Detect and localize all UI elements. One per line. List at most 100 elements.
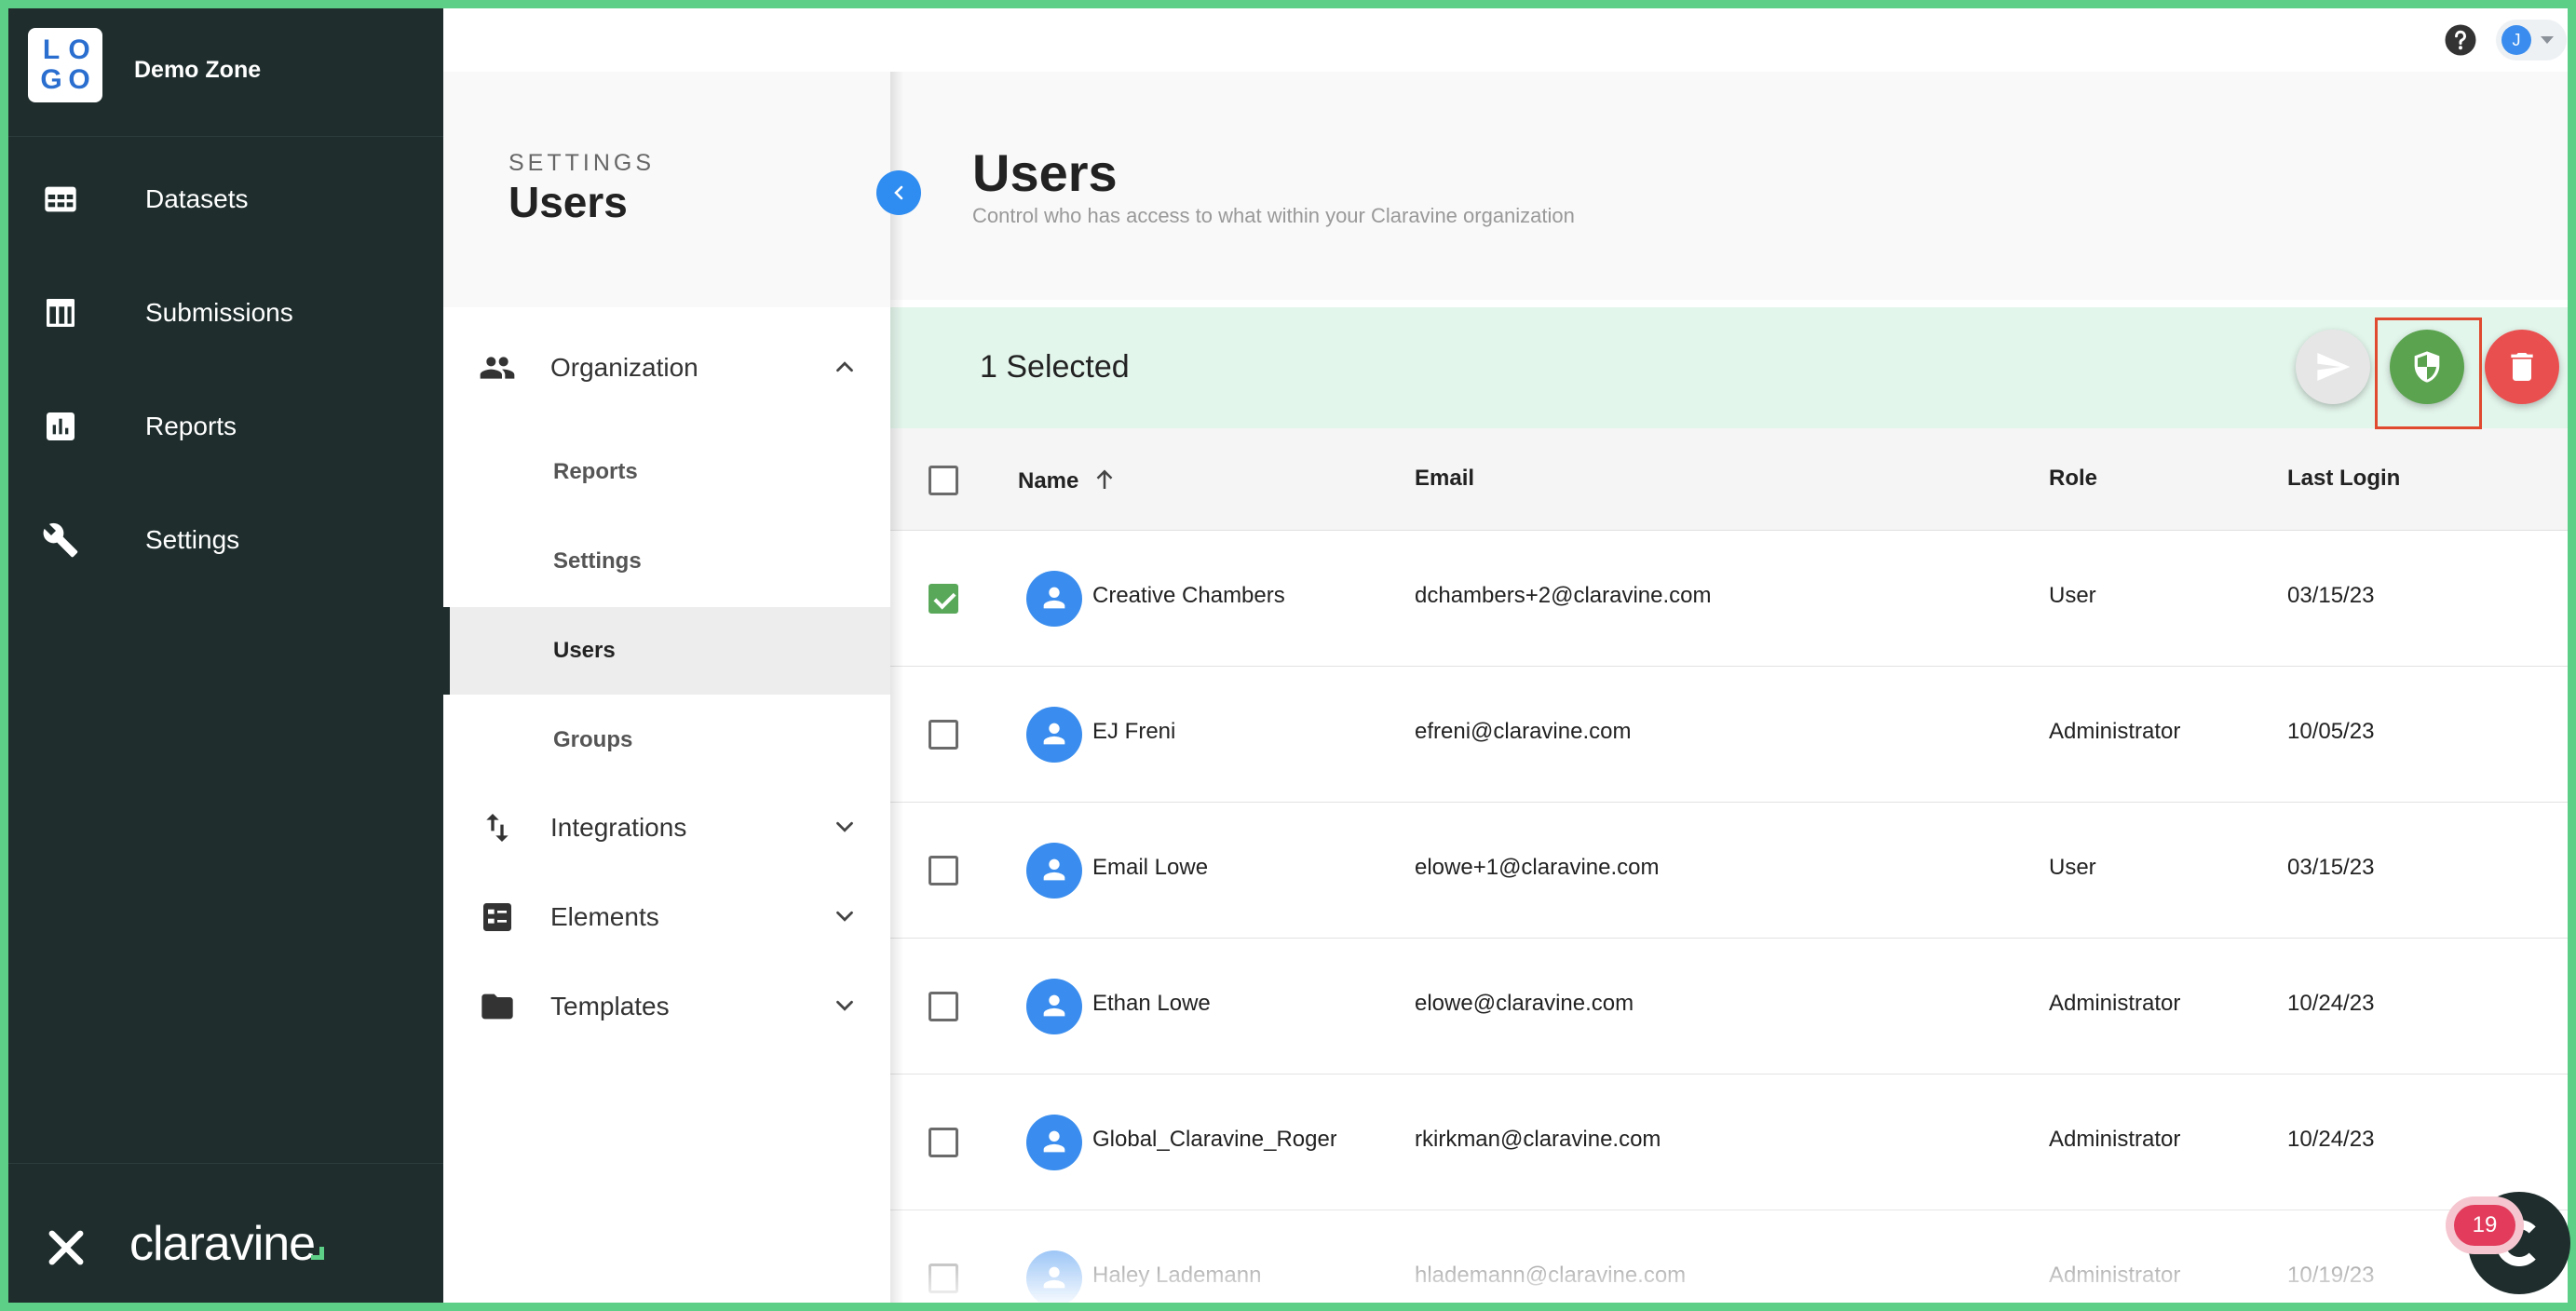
- page-header: Users Control who has access to what wit…: [890, 72, 2568, 300]
- row-checkbox[interactable]: [929, 856, 958, 885]
- nav-group-elements[interactable]: Elements: [443, 874, 890, 958]
- cell-last-login: 03/15/23: [2287, 855, 2375, 880]
- swap-vertical-icon: [486, 814, 508, 842]
- row-checkbox[interactable]: [929, 1128, 958, 1157]
- wordmark-accent: [311, 1247, 325, 1260]
- chevron-down-icon: [836, 911, 853, 922]
- chevron-down-icon: [836, 821, 853, 832]
- person-icon: [1043, 858, 1065, 881]
- workspace-name: Demo Zone: [134, 57, 262, 83]
- settings-subitem-users[interactable]: Users: [443, 607, 890, 695]
- users-table: Name Email Role Last Login Creative Cham…: [890, 428, 2568, 1303]
- settings-kicker: SETTINGS: [508, 150, 656, 176]
- column-header-email[interactable]: Email: [1415, 466, 1474, 492]
- person-icon: [1043, 587, 1065, 609]
- row-checkbox[interactable]: [929, 584, 958, 614]
- cell-last-login: 03/15/23: [2287, 583, 2375, 608]
- delete-users-button[interactable]: [2485, 330, 2559, 404]
- cell-email: efreni@claravine.com: [1415, 719, 1632, 744]
- settings-subitem-settings[interactable]: Settings: [443, 518, 890, 605]
- wordmark-text: claravine: [129, 1217, 316, 1271]
- selected-count: 1 Selected: [980, 349, 1130, 385]
- nav-group-organization[interactable]: Organization: [443, 325, 890, 409]
- scroll-fade: [890, 1192, 2568, 1303]
- row-checkbox[interactable]: [929, 992, 958, 1021]
- help-icon[interactable]: [2444, 23, 2477, 57]
- table-header: Name Email Role Last Login: [890, 428, 2568, 531]
- sidebar-item-label: Submissions: [145, 298, 293, 327]
- send-invite-button[interactable]: [2296, 330, 2370, 404]
- column-header-last-login[interactable]: Last Login: [2287, 466, 2400, 492]
- cell-email: dchambers+2@claravine.com: [1415, 583, 1712, 608]
- cell-last-login: 10/24/23: [2287, 991, 2375, 1016]
- chevron-down-icon: [2541, 36, 2554, 44]
- page-title: Users: [972, 143, 1118, 202]
- chevron-up-icon: [836, 361, 853, 372]
- logo-letter: G: [40, 64, 62, 95]
- user-avatar: [1026, 979, 1082, 1034]
- cell-name: Creative Chambers: [1092, 583, 1285, 608]
- person-icon: [1043, 994, 1065, 1017]
- column-header-role[interactable]: Role: [2049, 466, 2097, 492]
- table-row[interactable]: Global_Claravine_Roger Kirkman rkirkman@c…: [890, 1074, 2568, 1210]
- subitem-label: Groups: [553, 727, 633, 752]
- sidebar-item-reports[interactable]: Reports: [8, 380, 443, 473]
- sidebar-item-settings[interactable]: Settings: [8, 493, 443, 587]
- row-checkbox[interactable]: [929, 720, 958, 750]
- settings-subitem-groups[interactable]: Groups: [443, 696, 890, 784]
- main-content: Users Control who has access to what wit…: [890, 72, 2568, 1303]
- nav-group-label: Templates: [550, 992, 670, 1020]
- avatar: J: [2501, 25, 2531, 55]
- people-icon: [480, 357, 515, 379]
- cell-email: elowe@claravine.com: [1415, 991, 1634, 1016]
- person-icon: [1043, 1130, 1065, 1153]
- user-menu-button[interactable]: J: [2496, 20, 2567, 61]
- highlight-annotation: [2375, 318, 2482, 429]
- cell-name: Email Lowe: [1092, 855, 1209, 880]
- settings-header: SETTINGS Users: [443, 72, 890, 307]
- send-icon: [2317, 353, 2351, 381]
- person-icon: [1043, 723, 1065, 745]
- column-header-label: Name: [1018, 468, 1079, 493]
- close-icon[interactable]: [42, 1223, 90, 1272]
- sidebar-item-datasets[interactable]: Datasets: [8, 153, 443, 246]
- notification-badge[interactable]: 19: [2446, 1196, 2524, 1254]
- claravine-wordmark: claravine: [129, 1216, 325, 1272]
- page-subtitle: Control who has access to what within yo…: [972, 204, 1575, 227]
- user-avatar: [1026, 843, 1082, 899]
- cell-name: Global_Claravine_Roger Kirkman: [1092, 1127, 1336, 1152]
- cell-email: rkirkman@claravine.com: [1415, 1127, 1661, 1152]
- sidebar-item-submissions[interactable]: Submissions: [8, 266, 443, 359]
- settings-subitem-reports[interactable]: Reports: [443, 428, 890, 516]
- trash-icon: [2511, 353, 2533, 381]
- brand-header[interactable]: L O G O Demo Zone: [8, 8, 443, 137]
- cell-role: User: [2049, 583, 2096, 608]
- app-window: L O G O Demo Zone Datasets Submissions R…: [8, 8, 2568, 1303]
- cell-role: User: [2049, 855, 2096, 880]
- cell-last-login: 10/05/23: [2287, 719, 2375, 744]
- nav-group-templates[interactable]: Templates: [443, 964, 890, 1047]
- table-row[interactable]: Email Lowe elowe+1@claravine.com User 03/15…: [890, 803, 2568, 939]
- top-bar: J: [443, 8, 2568, 72]
- checklist-icon: [483, 903, 511, 931]
- collapse-panel-button[interactable]: [876, 170, 921, 215]
- cell-role: Administrator: [2049, 1127, 2181, 1152]
- sidebar-item-label: Reports: [145, 412, 237, 440]
- sort-ascending-icon: [1096, 469, 1113, 489]
- selection-toolbar: 1 Selected: [890, 307, 2568, 429]
- table-row[interactable]: Ethan Lowe elowe@claravine.com Administrat…: [890, 939, 2568, 1074]
- user-avatar: [1026, 1115, 1082, 1170]
- logo-letter: O: [68, 64, 90, 95]
- column-header-name[interactable]: Name: [1018, 466, 1119, 494]
- layout-table-icon: [47, 299, 75, 327]
- sidebar-item-label: Settings: [145, 525, 240, 554]
- table-row[interactable]: Creative Chambers dchambers+2@claravine.c…: [890, 531, 2568, 667]
- nav-group-integrations[interactable]: Integrations: [443, 785, 890, 869]
- table-row[interactable]: EJ Freni efreni@claravine.com Administrato…: [890, 667, 2568, 803]
- select-all-checkbox[interactable]: [929, 466, 958, 495]
- subitem-label: Reports: [553, 459, 638, 484]
- cell-email: elowe+1@claravine.com: [1415, 855, 1660, 880]
- cell-name: Ethan Lowe: [1092, 991, 1211, 1016]
- sidebar-item-label: Datasets: [145, 184, 249, 213]
- main-sidebar: L O G O Demo Zone Datasets Submissions R…: [8, 8, 443, 1303]
